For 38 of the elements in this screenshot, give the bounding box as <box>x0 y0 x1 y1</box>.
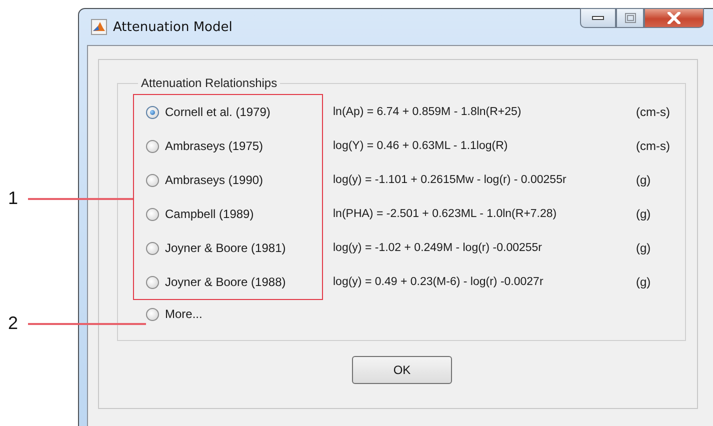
radio-option[interactable]: More... <box>133 300 323 328</box>
minimize-button[interactable] <box>580 8 616 28</box>
radio-button[interactable] <box>146 174 159 186</box>
close-icon <box>667 12 681 24</box>
equation-text: ln(PHA) = -2.501 + 0.623ML - 1.0ln(R+7.28) <box>333 208 558 220</box>
equation-text: log(Y) = 0.46 + 0.63ML - 1.1log(R) <box>333 140 509 152</box>
radio-button[interactable] <box>146 208 159 220</box>
units-text: (g) <box>636 275 651 289</box>
radio-option[interactable]: Joyner & Boore (1981) <box>134 231 322 265</box>
ok-button[interactable]: OK <box>352 356 452 384</box>
units-text: (cm-s) <box>636 105 670 119</box>
equation-text: log(y) = -1.02 + 0.249M - log(r) -0.00255r <box>333 242 544 254</box>
radio-button[interactable] <box>146 106 159 118</box>
group-title: Attenuation Relationships <box>140 76 278 90</box>
radio-option[interactable]: Cornell et al. (1979) <box>134 95 322 129</box>
units-text: (g) <box>636 207 651 221</box>
radio-option[interactable]: Ambraseys (1990) <box>134 163 322 197</box>
app-icon <box>91 19 107 35</box>
callout-number: 1 <box>8 188 20 209</box>
radio-option[interactable]: Campbell (1989) <box>134 197 322 231</box>
close-button[interactable] <box>644 8 704 28</box>
radio-button[interactable] <box>146 242 159 254</box>
radio-button[interactable] <box>146 276 159 288</box>
equation-text: log(y) = -1.101 + 0.2615Mw - log(r) - 0.00255r <box>333 174 568 186</box>
minimize-icon <box>592 15 604 21</box>
units-text: (cm-s) <box>636 139 670 153</box>
radio-button[interactable] <box>146 308 159 320</box>
window-title: Attenuation Model <box>113 20 232 34</box>
radio-option[interactable]: Ambraseys (1975) <box>134 129 322 163</box>
callout-number: 2 <box>8 313 20 334</box>
maximize-button[interactable] <box>616 8 644 28</box>
radio-option[interactable]: Joyner & Boore (1988) <box>134 265 322 299</box>
units-text: (g) <box>636 173 651 187</box>
radio-button[interactable] <box>146 140 159 152</box>
equation-text: log(y) = 0.49 + 0.23(M-6) - log(r) -0.0027r <box>333 276 544 288</box>
units-text: (g) <box>636 241 651 255</box>
maximize-icon <box>624 13 636 23</box>
equation-text: ln(Ap) = 6.74 + 0.859M - 1.8ln(R+25) <box>333 106 522 118</box>
